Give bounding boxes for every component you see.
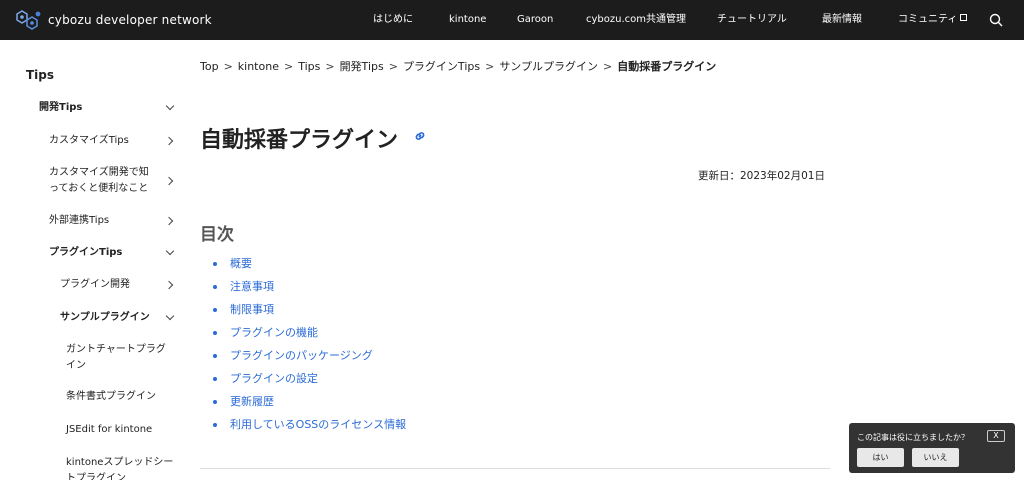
feedback-question: この記事は役に立ちましたか？ [857,433,969,442]
sidebar-item-label: kintoneスプレッドシー [66,457,174,468]
sidebar-item-label: カスタマイズ開発で知 [49,167,149,178]
logo[interactable]: cybozu developer network [14,9,212,31]
sidebar-item-label: っておくと便利なこと [49,183,149,194]
toc-item-limitations[interactable]: 制限事項 [212,302,406,325]
toc-item-history[interactable]: 更新履歴 [212,394,406,417]
breadcrumb-tips[interactable]: Tips [298,60,320,73]
cybozu-logo-icon [16,10,41,30]
breadcrumb-separator: > [283,60,294,73]
feedback-yes-button[interactable]: はい [857,448,904,467]
feedback-box: この記事は役に立ちましたか？ X はい いいえ [849,423,1015,473]
breadcrumb-plugin-tips[interactable]: プラグインTips [403,60,480,73]
nav-community: コミュニティ [898,14,958,25]
nav-tutorial[interactable]: チュートリアル [717,0,787,40]
sidebar-item-jsedit[interactable]: JSEdit for kintone [66,422,152,438]
breadcrumb-separator: > [223,60,233,73]
toc-item-overview[interactable]: 概要 [212,256,406,279]
toc-item-features[interactable]: プラグインの機能 [212,325,406,348]
toc-item-notes[interactable]: 注意事項 [212,279,406,302]
page-title: 自動採番プラグイン [200,128,399,153]
toc-list: 概要 注意事項 制限事項 プラグインの機能 プラグインのパッケージング プラグイ… [212,256,406,440]
sidebar-item-customize-tips[interactable]: カスタマイズTips [49,133,129,149]
sidebar-item-label: ガントチャートプラグ [66,344,166,355]
breadcrumb-current: 自動採番プラグイン [617,60,717,73]
updated-date: 更新日：2023年02月01日 [698,170,825,182]
nav-news[interactable]: 最新情報 [822,0,862,40]
sidebar-item-spreadsheet-plugin[interactable]: kintoneスプレッドシー トプラグイン [66,455,173,480]
breadcrumb: Top > kintone > Tips > 開発Tips > プラグインTips > サンプルプラ… [200,58,716,74]
breadcrumb-separator: > [602,60,613,73]
breadcrumb-kintone[interactable]: kintone [238,60,279,73]
sidebar-item-plugin-dev[interactable]: プラグイン開発 [60,277,130,293]
nav-hajimeni[interactable]: はじめに [373,0,413,40]
breadcrumb-sample-plugin[interactable]: サンプルプラグイン [499,60,598,73]
logo-text: cybozu developer network [48,13,212,27]
nav-garoon[interactable]: Garoon [517,0,553,40]
divider [200,468,830,469]
sidebar-item-external-tips[interactable]: 外部連携Tips [49,213,109,229]
search-icon[interactable] [989,13,1003,27]
sidebar-title: Tips [26,68,55,82]
nav-cybozu-common[interactable]: cybozu.com共通管理 [586,0,686,40]
link-icon[interactable] [413,129,427,143]
sidebar-item-conditional-format-plugin[interactable]: 条件書式プラグイン [66,389,156,405]
breadcrumb-separator: > [388,60,398,73]
toc-item-settings[interactable]: プラグインの設定 [212,371,406,394]
nav-community-link[interactable]: コミュニティ [898,0,968,40]
nav-kintone[interactable]: kintone [449,0,486,40]
breadcrumb-separator: > [485,60,495,73]
sidebar-item-label: トプラグイン [66,473,126,480]
sidebar-item-label: イン [66,360,86,371]
sidebar-item-gantt-plugin[interactable]: ガントチャートプラグ イン [66,342,166,374]
sidebar-item-sample-plugin[interactable]: サンプルプラグイン [60,310,150,326]
top-header: cybozu developer network はじめに kintone Ga… [0,0,1024,40]
sidebar-item-plugin-tips[interactable]: プラグインTips [49,245,122,261]
breadcrumb-separator: > [325,60,335,73]
sidebar-item-dev-tips[interactable]: 開発Tips [39,100,82,116]
toc-item-oss-license[interactable]: 利用しているOSSのライセンス情報 [212,417,406,440]
breadcrumb-top[interactable]: Top [200,60,219,73]
feedback-no-button[interactable]: いいえ [912,448,959,467]
sidebar-item-useful-knowledge[interactable]: カスタマイズ開発で知 っておくと便利なこと [49,165,149,197]
external-link-icon [960,14,968,21]
toc-item-packaging[interactable]: プラグインのパッケージング [212,348,406,371]
feedback-close-button[interactable]: X [987,430,1005,442]
breadcrumb-dev-tips[interactable]: 開発Tips [340,60,384,73]
toc-heading: 目次 [200,225,234,245]
